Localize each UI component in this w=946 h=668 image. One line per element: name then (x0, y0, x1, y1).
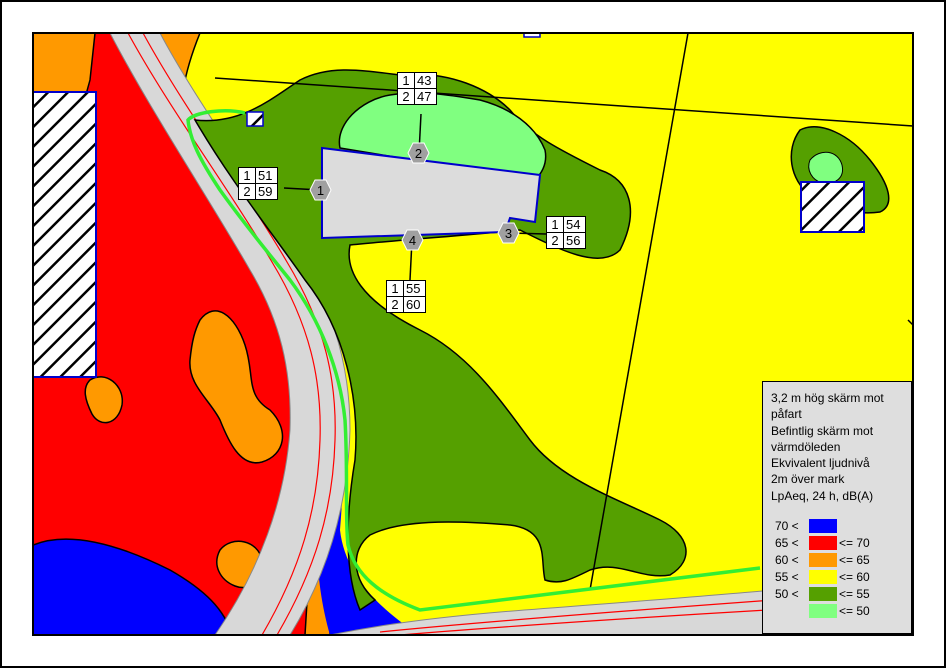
level-value: 47 (414, 88, 437, 105)
level-value: 51 (255, 167, 278, 184)
legend-row: 55 < <= 60 (763, 570, 913, 587)
result-table-point-1: 1 51 2 59 (238, 167, 278, 200)
legend-title-line: värmdöleden (771, 439, 841, 454)
floor-label: 2 (386, 296, 404, 313)
legend-swatch (809, 604, 837, 618)
floor-label: 2 (397, 88, 415, 105)
legend-lower-bound: 65 < (775, 536, 799, 550)
legend-title-line: 2m över mark (771, 472, 845, 487)
legend-lower-bound: 55 < (775, 570, 799, 584)
result-table-point-4: 1 55 2 60 (386, 280, 426, 313)
legend-row: 65 < <= 70 (763, 536, 913, 553)
legend-lower-bound: 70 < (775, 519, 799, 533)
floor-label: 2 (546, 232, 564, 249)
legend-upper-bound: <= 65 (839, 553, 870, 567)
legend-swatch (809, 519, 837, 533)
floor-label: 1 (238, 167, 256, 184)
hatched-area-left (33, 91, 97, 378)
result-table-point-2: 1 43 2 47 (397, 72, 437, 105)
receiver-id: 1 (317, 183, 324, 198)
legend-title-line: 3,2 m hög skärm mot (771, 391, 884, 405)
legend-title-line: Ekvivalent ljudnivå (771, 456, 870, 471)
legend-title: 3,2 m hög skärm mot påfart Befintlig skä… (771, 390, 911, 504)
receiver-point-3[interactable]: 3 (497, 222, 520, 244)
legend-upper-bound: <= 50 (839, 604, 870, 618)
receiver-id: 3 (505, 226, 512, 241)
level-value: 60 (403, 296, 426, 313)
floor-label: 1 (386, 280, 404, 297)
level-value: 56 (563, 232, 586, 249)
level-value: 54 (563, 216, 586, 233)
legend-swatch (809, 536, 837, 550)
level-value: 59 (255, 183, 278, 200)
legend-title-line: påfart (771, 407, 802, 422)
legend-lower-bound: 50 < (775, 587, 799, 601)
legend-upper-bound: <= 70 (839, 536, 870, 550)
hatched-area-right (800, 181, 865, 233)
legend-title-line: LpAeq, 24 h, dB(A) (771, 488, 874, 503)
result-table-point-3: 1 54 2 56 (546, 216, 586, 249)
receiver-point-4[interactable]: 4 (401, 229, 424, 251)
receiver-id: 4 (409, 233, 416, 248)
legend-upper-bound: <= 55 (839, 587, 870, 601)
receiver-id: 2 (415, 146, 422, 161)
legend-row: <= 50 (763, 604, 913, 621)
legend: 3,2 m hög skärm mot påfart Befintlig skä… (762, 381, 912, 634)
legend-swatch (809, 570, 837, 584)
floor-label: 2 (238, 183, 256, 200)
receiver-point-1[interactable]: 1 (309, 179, 332, 201)
legend-title-line: Befintlig skärm mot (771, 423, 874, 438)
legend-row: 70 < (763, 519, 913, 536)
hatched-area-small (246, 111, 264, 127)
level-value: 43 (414, 72, 437, 89)
zone-under-50 (808, 151, 844, 184)
floor-label: 1 (546, 216, 564, 233)
legend-lower-bound: 60 < (775, 553, 799, 567)
level-value: 55 (403, 280, 426, 297)
legend-swatch (809, 587, 837, 601)
legend-swatch (809, 553, 837, 567)
legend-upper-bound: <= 60 (839, 570, 870, 584)
floor-label: 1 (397, 72, 415, 89)
legend-row: 50 < <= 55 (763, 587, 913, 604)
receiver-point-2[interactable]: 2 (407, 142, 430, 164)
legend-row: 60 < <= 65 (763, 553, 913, 570)
